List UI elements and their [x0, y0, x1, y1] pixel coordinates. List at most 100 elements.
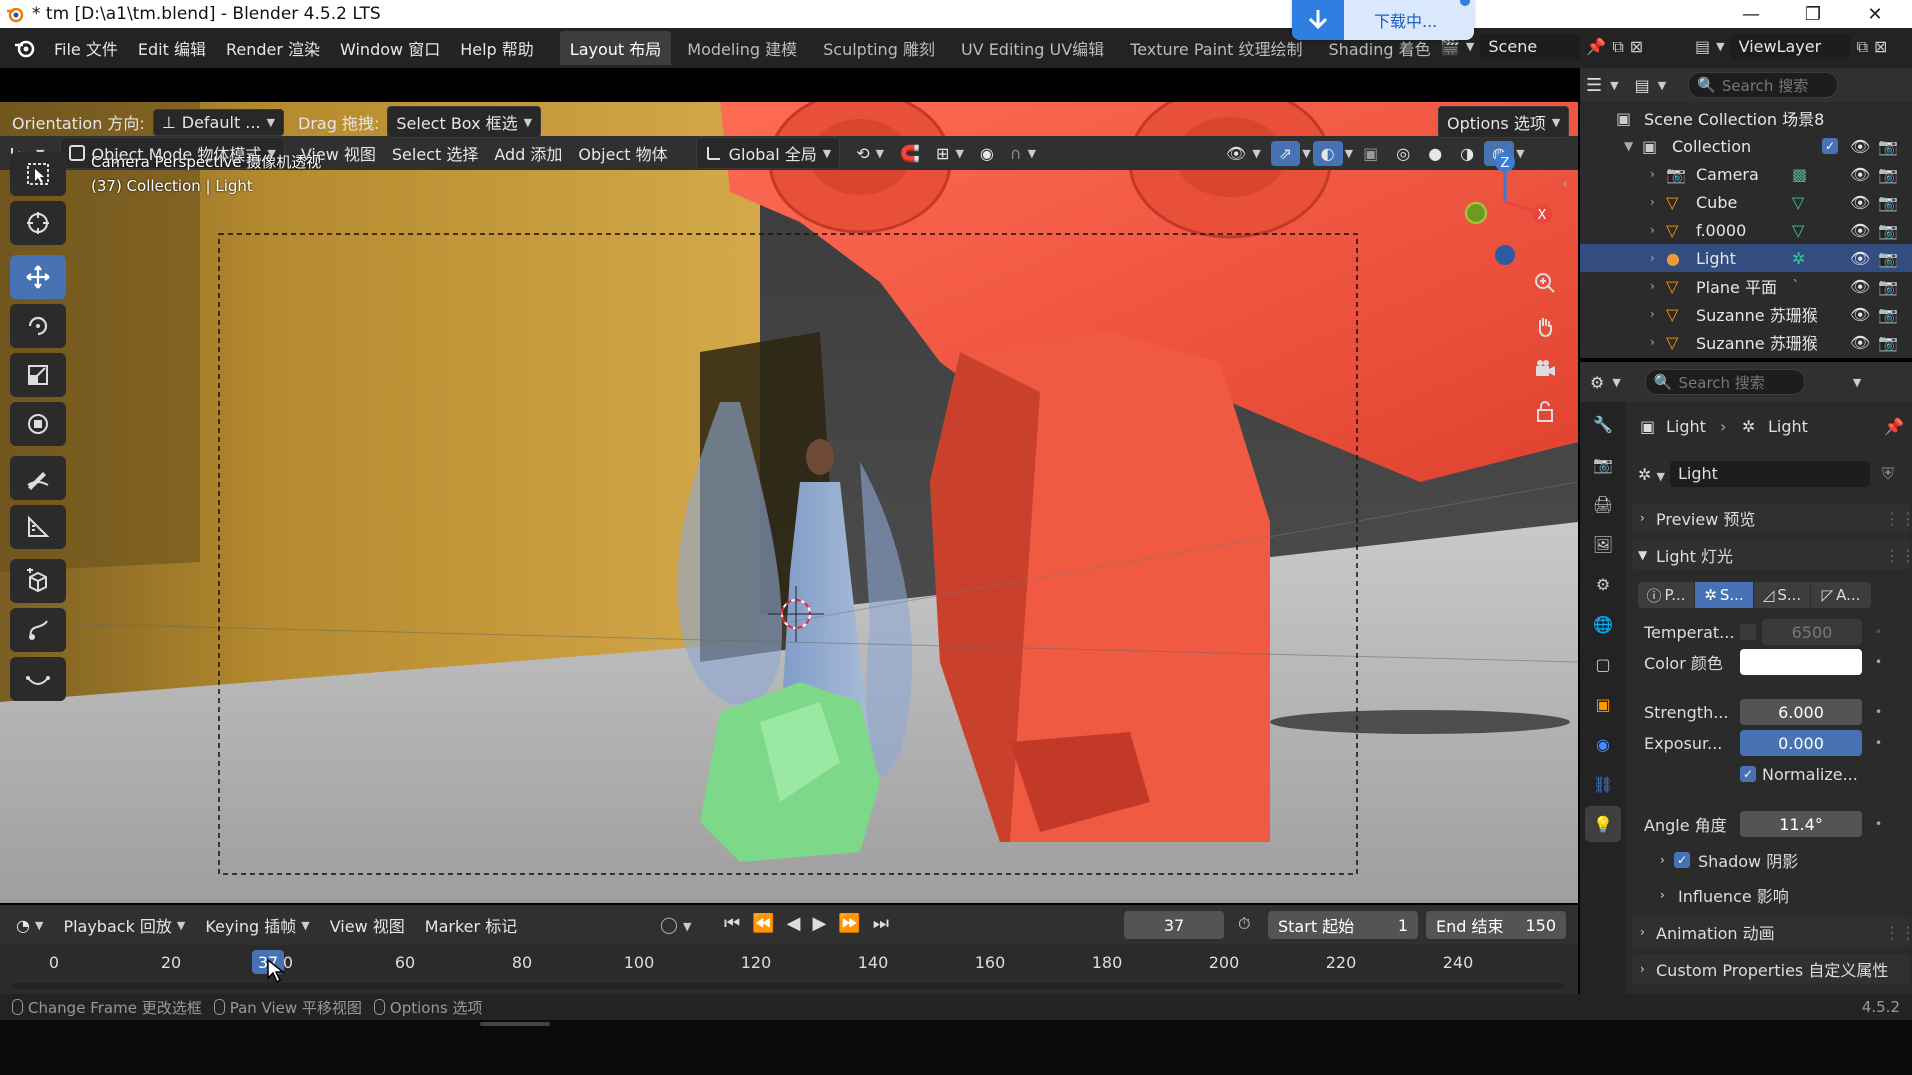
scene-tab-icon[interactable]: ⚙: [1585, 566, 1621, 602]
remove-scene-icon[interactable]: ⊠: [1630, 37, 1643, 56]
fake-user-shield-icon[interactable]: ⛨: [1882, 464, 1894, 484]
remove-view-layer-icon[interactable]: ⊠: [1874, 37, 1887, 56]
outliner-editor-icon[interactable]: ☰: [1586, 75, 1602, 96]
falloff-icon[interactable]: ∩ ▼: [1002, 141, 1044, 166]
chevron-right-icon[interactable]: ›: [1650, 335, 1655, 349]
tool-tab-icon[interactable]: 🔧: [1585, 406, 1621, 442]
xray-icon[interactable]: ▣: [1355, 141, 1386, 166]
stopwatch-icon[interactable]: ⏱: [1238, 914, 1250, 934]
tab-uv-editing[interactable]: UV Editing UV编辑: [951, 31, 1114, 65]
maximize-button[interactable]: ❐: [1782, 0, 1844, 28]
exclude-checkbox[interactable]: ✓: [1822, 138, 1838, 154]
marker-menu[interactable]: Marker 标记: [415, 913, 527, 937]
current-frame-field[interactable]: 37: [1124, 911, 1224, 939]
menu-window[interactable]: Window 窗口: [330, 36, 450, 60]
outliner-item[interactable]: › ● Light ✲ 👁 📷: [1580, 244, 1912, 272]
chevron-down-icon[interactable]: ▼: [1624, 139, 1633, 153]
render-camera-icon[interactable]: 📷: [1878, 193, 1898, 212]
gizmo-y-neg-axis[interactable]: [1465, 202, 1487, 224]
eye-icon[interactable]: 👁: [1850, 221, 1870, 240]
influence-subpanel[interactable]: › Influence 影响: [1632, 881, 1910, 909]
pan-hand-icon[interactable]: [1528, 310, 1562, 344]
light-type-spot[interactable]: ◿ S...: [1754, 582, 1810, 608]
chevron-right-icon[interactable]: ›: [1650, 195, 1655, 209]
pivot-point-icon[interactable]: ⟲ ▼: [848, 141, 892, 166]
menu-object[interactable]: Object 物体: [570, 138, 675, 168]
custom-properties-panel-header[interactable]: › Custom Properties 自定义属性: [1632, 954, 1910, 984]
select-box-tool[interactable]: [10, 152, 66, 196]
light-data-tab-icon[interactable]: 💡: [1585, 806, 1621, 842]
tab-sculpting[interactable]: Sculpting 雕刻: [813, 31, 945, 65]
chevron-right-icon[interactable]: ›: [1650, 223, 1655, 237]
chevron-right-icon[interactable]: ›: [1650, 167, 1655, 181]
light-type-sun[interactable]: ✲ S...: [1695, 582, 1753, 608]
light-panel-header[interactable]: ▼ Light 灯光 ⋮⋮: [1632, 540, 1912, 570]
gizmo-icon[interactable]: ⇗: [1270, 140, 1301, 166]
chevron-right-icon[interactable]: ›: [1650, 251, 1655, 265]
start-frame-field[interactable]: Start 起始 1: [1268, 911, 1418, 939]
navigation-gizmo[interactable]: Z X: [1455, 145, 1565, 275]
camera-view-icon[interactable]: [1528, 353, 1562, 387]
playback-menu[interactable]: Playback 回放 ▼: [53, 913, 195, 937]
eye-icon[interactable]: 👁: [1850, 165, 1870, 184]
temperature-field[interactable]: 6500: [1762, 619, 1862, 645]
gizmo-z-neg-axis[interactable]: [1495, 245, 1515, 265]
curve-tool[interactable]: [10, 657, 66, 701]
object-data-icon[interactable]: ▽: [1792, 193, 1804, 212]
collection-tab-icon[interactable]: ▢: [1585, 646, 1621, 682]
3d-viewport[interactable]: ▼ Object Mode 物体模式 ▼ View 视图 Select 选择 A…: [0, 68, 1578, 903]
angle-field[interactable]: 11.4°: [1740, 811, 1862, 837]
timeline-editor-icon[interactable]: ◔ ▼: [6, 916, 53, 935]
visibility-icon[interactable]: 👁 ▼: [1218, 141, 1269, 166]
move-tool[interactable]: [10, 255, 66, 299]
eye-icon[interactable]: 👁: [1850, 277, 1870, 296]
exposure-field[interactable]: 0.000: [1740, 730, 1862, 756]
shadow-subpanel[interactable]: › ✓ Shadow 阴影: [1632, 846, 1910, 874]
timeline-view-menu[interactable]: View 视图: [320, 913, 415, 937]
play-reverse-icon[interactable]: ◀: [787, 913, 801, 934]
render-camera-icon[interactable]: 📷: [1878, 305, 1898, 324]
overlays-icon[interactable]: ◐: [1312, 140, 1343, 166]
output-tab-icon[interactable]: 🖨: [1585, 486, 1621, 522]
pin-icon[interactable]: 📌: [1586, 37, 1606, 56]
render-camera-icon[interactable]: 📷: [1878, 277, 1898, 296]
keyframe-dot-icon[interactable]: •: [1875, 736, 1882, 750]
preview-panel-header[interactable]: › Preview 预览 ⋮⋮: [1632, 503, 1912, 533]
chevron-right-icon[interactable]: ›: [1650, 279, 1655, 293]
datablock-name-field[interactable]: Light: [1670, 461, 1870, 487]
download-indicator[interactable]: 下载中...: [1292, 0, 1474, 40]
object-data-icon[interactable]: ▽: [1792, 221, 1804, 240]
viewport-scene[interactable]: [0, 102, 1578, 903]
orientation-dropdown[interactable]: ⊥ Default ... ▼: [152, 108, 285, 136]
eye-icon[interactable]: 👁: [1850, 137, 1870, 156]
keying-menu[interactable]: Keying 插帧 ▼: [195, 913, 319, 937]
add-cube-tool[interactable]: [10, 559, 66, 603]
color-swatch[interactable]: [1740, 649, 1862, 675]
lock-camera-icon[interactable]: [1528, 394, 1562, 428]
auto-keying-icon[interactable]: ◯ ▼: [660, 915, 691, 934]
new-view-layer-icon[interactable]: ⧉: [1857, 37, 1868, 57]
eye-icon[interactable]: 👁: [1850, 305, 1870, 324]
render-camera-icon[interactable]: 📷: [1878, 165, 1898, 184]
object-data-icon[interactable]: ˋ: [1792, 277, 1800, 296]
datablock-selector[interactable]: ✲ ▼ Light ⛨: [1632, 460, 1910, 488]
object-tab-icon[interactable]: ▣: [1585, 686, 1621, 722]
close-button[interactable]: ✕: [1844, 0, 1906, 28]
outliner-item[interactable]: › ▽ Plane 平面 ˋ 👁 📷: [1580, 272, 1912, 300]
new-scene-icon[interactable]: ⧉: [1612, 37, 1623, 57]
zoom-icon[interactable]: [1528, 266, 1562, 300]
jump-to-start-icon[interactable]: ⏮: [724, 913, 740, 934]
view-layer-tab-icon[interactable]: 🖼: [1585, 526, 1621, 562]
object-data-icon[interactable]: ▩: [1792, 165, 1807, 184]
minimize-button[interactable]: —: [1720, 0, 1782, 28]
chevron-right-icon[interactable]: ›: [1650, 307, 1655, 321]
render-camera-icon[interactable]: 📷: [1878, 221, 1898, 240]
cursor-tool[interactable]: [10, 201, 66, 245]
shadow-checkbox[interactable]: ✓: [1674, 852, 1690, 868]
menu-file[interactable]: File 文件: [44, 36, 128, 60]
temperature-toggle-checkbox[interactable]: [1740, 624, 1756, 640]
pin-icon[interactable]: 📌: [1884, 417, 1904, 436]
object-data-icon[interactable]: ✲: [1792, 249, 1805, 268]
tab-texture-paint[interactable]: Texture Paint 纹理绘制: [1120, 31, 1312, 65]
render-camera-icon[interactable]: 📷: [1878, 249, 1898, 268]
